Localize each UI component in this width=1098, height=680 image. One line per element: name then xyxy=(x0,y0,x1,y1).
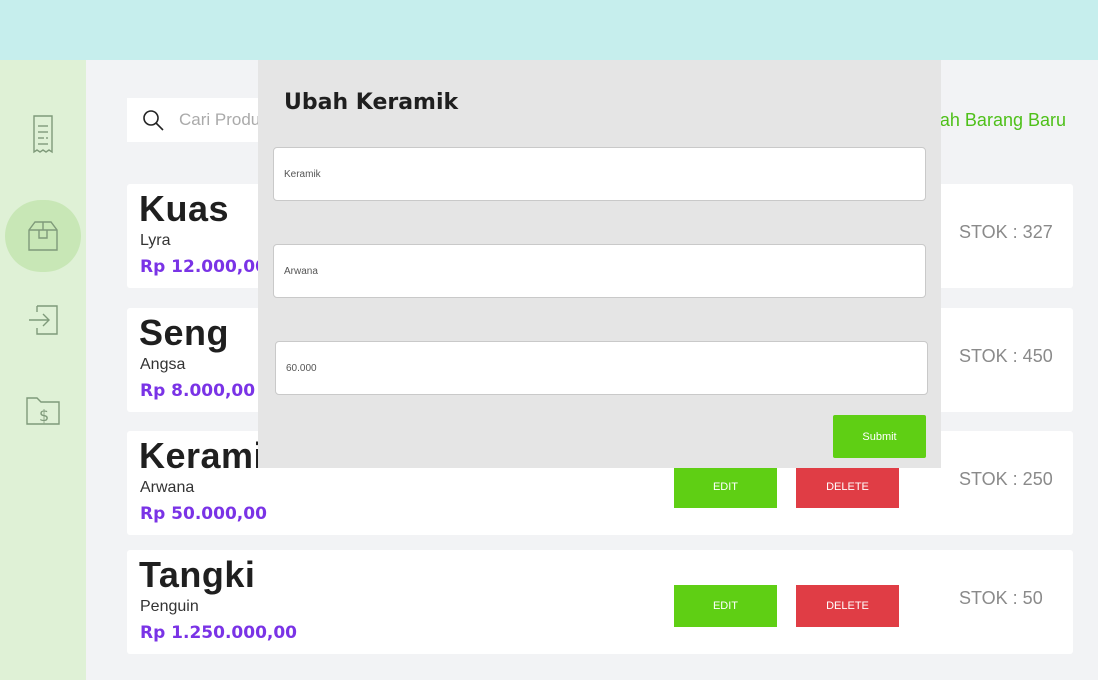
product-brand: Angsa xyxy=(140,356,186,373)
product-price: Rp 50.000,00 xyxy=(140,504,267,524)
sidebar-item-transactions[interactable] xyxy=(5,100,81,172)
product-brand: Lyra xyxy=(140,232,171,249)
product-name: Kuas xyxy=(139,188,230,229)
product-stock: STOK : 450 xyxy=(959,346,1053,366)
product-name: Seng xyxy=(139,312,230,353)
product-price: Rp 1.250.000,00 xyxy=(140,623,298,643)
product-price-field[interactable] xyxy=(275,341,928,395)
edit-button[interactable]: EDIT xyxy=(674,466,777,508)
product-stock: STOK : 327 xyxy=(959,222,1053,242)
money-folder-icon: $ xyxy=(26,397,60,425)
delete-button[interactable]: DELETE xyxy=(796,466,899,508)
box-icon xyxy=(28,221,58,251)
sidebar: $ xyxy=(0,60,86,680)
svg-text:$: $ xyxy=(39,406,49,425)
edit-product-modal: Ubah Keramik Submit xyxy=(258,60,941,468)
product-stock: STOK : 250 xyxy=(959,469,1053,489)
top-bar xyxy=(0,0,1098,60)
product-card: Tangki Penguin Rp 1.250.000,00 EDIT DELE… xyxy=(127,550,1073,654)
sidebar-item-stock-in[interactable] xyxy=(5,284,81,356)
product-price: Rp 12.000,00 xyxy=(140,257,267,277)
delete-button[interactable]: DELETE xyxy=(796,585,899,627)
receipt-icon xyxy=(33,115,53,154)
login-icon xyxy=(29,305,58,335)
sidebar-item-products[interactable] xyxy=(5,200,81,272)
product-name: Tangki xyxy=(139,554,256,595)
submit-button[interactable]: Submit xyxy=(833,415,926,458)
edit-button[interactable]: EDIT xyxy=(674,585,777,627)
product-price: Rp 8.000,00 xyxy=(140,381,256,401)
product-brand-field[interactable] xyxy=(273,244,926,298)
product-stock: STOK : 50 xyxy=(959,588,1043,608)
search-icon xyxy=(143,110,164,131)
product-brand: Arwana xyxy=(140,479,195,496)
product-brand: Penguin xyxy=(140,598,199,615)
sidebar-item-finance[interactable]: $ xyxy=(5,374,81,446)
modal-title: Ubah Keramik xyxy=(284,90,459,115)
product-name-field[interactable] xyxy=(273,147,926,201)
